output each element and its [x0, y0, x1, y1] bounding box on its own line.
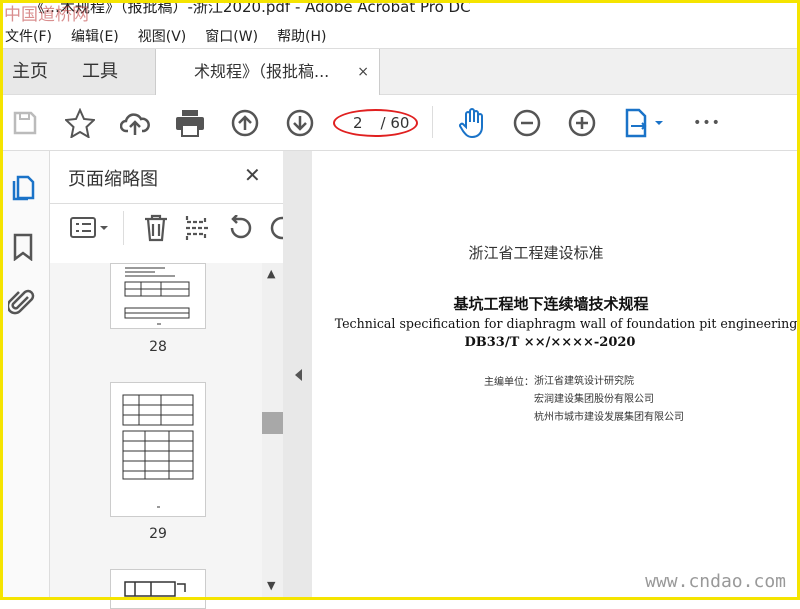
page-thumbnail-28[interactable] [110, 263, 206, 329]
document-page: 浙江省工程建设标准 基坑工程地下连续墙技术规程 Technical specif… [312, 151, 800, 600]
hand-tool-icon[interactable] [456, 107, 488, 139]
close-panel-icon[interactable]: ✕ [244, 163, 261, 187]
tab-document-label: 术规程》（报批稿... [194, 62, 330, 81]
panel-splitter[interactable] [283, 151, 312, 600]
fit-page-dropdown-icon[interactable] [622, 107, 666, 139]
doc-title-en: Technical specification for diaphragm wa… [334, 316, 798, 331]
thumbnail-list: 28 29 [50, 263, 262, 609]
doc-editor-label: 主编单位： [484, 377, 534, 388]
page-thumbnail-30[interactable] [110, 569, 206, 609]
bookmarks-icon[interactable] [12, 233, 34, 261]
doc-editor: 浙江省建筑设计研究院 [534, 376, 634, 387]
close-tab-icon[interactable]: × [357, 49, 369, 95]
upload-cloud-icon[interactable] [119, 107, 151, 139]
page-total: / 60 [380, 114, 410, 132]
scrollbar-thumb[interactable] [262, 412, 283, 434]
thumbnail-scrollbar[interactable]: ▲ ▼ [262, 263, 283, 600]
menu-file[interactable]: 文件(F) [5, 26, 52, 46]
thumbnail-options-icon[interactable] [70, 217, 110, 239]
doc-editors: 浙江省建筑设计研究院 宏润建设集团股份有限公司 杭州市城市建设发展集团有限公司 [534, 373, 684, 427]
print-icon[interactable] [174, 107, 206, 139]
watermark-logo: 中国道桥网 [4, 5, 89, 25]
doc-editor: 杭州市城市建设发展集团有限公司 [534, 412, 684, 423]
menu-bar: 文件(F) 编辑(E) 视图(V) 窗口(W) 帮助(H) [0, 24, 800, 48]
page-number-label: 29 [149, 526, 167, 542]
doc-editor: 宏润建设集团股份有限公司 [534, 394, 654, 405]
menu-edit[interactable]: 编辑(E) [71, 26, 119, 46]
tab-home[interactable]: 主页 [12, 49, 48, 95]
menu-window[interactable]: 窗口(W) [205, 26, 258, 46]
menu-help[interactable]: 帮助(H) [277, 26, 326, 46]
title-bar: 《…术规程》（报批稿）-浙江2020.pdf - Adobe Acrobat P… [0, 0, 800, 24]
delete-page-icon[interactable] [143, 214, 169, 242]
page-thumbnails-icon[interactable] [10, 173, 36, 201]
panel-divider [50, 203, 283, 204]
tab-bar: 主页 工具 术规程》（报批稿... × [0, 48, 800, 95]
tab-bar-empty [380, 49, 800, 94]
more-tools-icon[interactable]: ••• [691, 107, 723, 139]
page-current-input[interactable]: 2 [353, 114, 363, 132]
save-icon[interactable] [9, 107, 41, 139]
bookmark-star-icon[interactable] [64, 107, 96, 139]
panel-tool-divider [123, 211, 124, 245]
menu-view[interactable]: 视图(V) [138, 26, 187, 46]
page-number-label: 28 [149, 339, 167, 355]
scroll-up-icon[interactable]: ▲ [267, 267, 275, 280]
insert-page-icon[interactable] [184, 214, 210, 242]
more-panel-tools-icon[interactable] [268, 215, 283, 241]
watermark-url: www.cndao.com [645, 571, 786, 592]
tab-tools[interactable]: 工具 [82, 49, 118, 95]
attachments-icon[interactable] [8, 287, 36, 317]
panel-title: 页面缩略图 [68, 169, 158, 190]
doc-title-cn: 基坑工程地下连续墙技术规程 [453, 295, 649, 313]
doc-code: DB33/T ××/××××-2020 [464, 335, 636, 350]
doc-header: 浙江省工程建设标准 [468, 244, 604, 262]
next-page-icon[interactable] [284, 107, 316, 139]
left-rail [0, 151, 50, 600]
previous-page-icon[interactable] [229, 107, 261, 139]
zoom-out-icon[interactable] [511, 107, 543, 139]
scroll-down-icon[interactable]: ▼ [267, 579, 275, 592]
collapse-panel-icon[interactable] [295, 369, 302, 381]
toolbar-divider [432, 106, 433, 138]
zoom-in-icon[interactable] [566, 107, 598, 139]
page-thumbnail-29[interactable] [110, 382, 206, 517]
tab-document[interactable]: 术规程》（报批稿... × [155, 49, 380, 95]
rotate-page-icon[interactable] [226, 215, 254, 241]
page-number-field[interactable]: 2 / 60 [333, 109, 418, 137]
